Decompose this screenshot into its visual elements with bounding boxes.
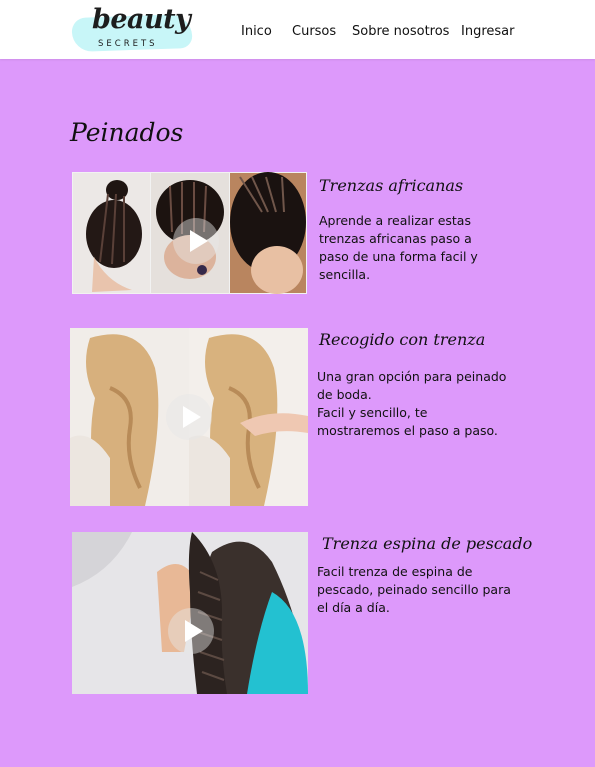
- play-icon[interactable]: [166, 394, 212, 440]
- play-icon[interactable]: [173, 218, 219, 264]
- card-desc-trenzas-africanas: Aprende a realizar estas trenzas african…: [319, 212, 504, 284]
- card-desc-text: Una gran opción para peinado de boda.: [317, 369, 507, 402]
- nav-link-ingresar[interactable]: Ingresar: [461, 24, 514, 39]
- beauty-secrets-logo[interactable]: beauty SECRETS: [70, 6, 195, 54]
- nav-link-sobre-nosotros[interactable]: Sobre nosotros: [352, 24, 449, 39]
- video-thumbnail-trenza-espina-de-pescado[interactable]: [72, 532, 308, 694]
- card-desc-trenza-espina-de-pescado: Facil trenza de espina de pescado, peina…: [317, 563, 517, 617]
- section-title: Peinados: [70, 118, 184, 147]
- video-thumbnail-trenzas-africanas[interactable]: [72, 172, 307, 294]
- card-title-trenzas-africanas[interactable]: Trenzas africanas: [319, 176, 463, 195]
- card-desc-text: Aprende a realizar estas trenzas african…: [319, 213, 478, 282]
- logo-caps-text: SECRETS: [98, 39, 158, 49]
- site-header: beauty SECRETS Inico Cursos Sobre nosotr…: [0, 0, 595, 59]
- nav-link-cursos[interactable]: Cursos: [292, 24, 336, 39]
- card-desc-recogido-con-trenza: Una gran opción para peinado de boda. Fa…: [317, 368, 507, 440]
- card-desc-text: Facil trenza de espina de pescado, peina…: [317, 564, 511, 615]
- video-thumbnail-recogido-con-trenza[interactable]: [70, 328, 308, 506]
- card-desc-text: Facil y sencillo, te mostraremos el paso…: [317, 405, 498, 438]
- nav-link-inicio[interactable]: Inico: [241, 24, 272, 39]
- play-icon[interactable]: [168, 608, 214, 654]
- card-title-recogido-con-trenza[interactable]: Recogido con trenza: [319, 330, 485, 349]
- logo-script-text: beauty: [92, 4, 191, 35]
- card-title-trenza-espina-de-pescado[interactable]: Trenza espina de pescado: [322, 534, 532, 553]
